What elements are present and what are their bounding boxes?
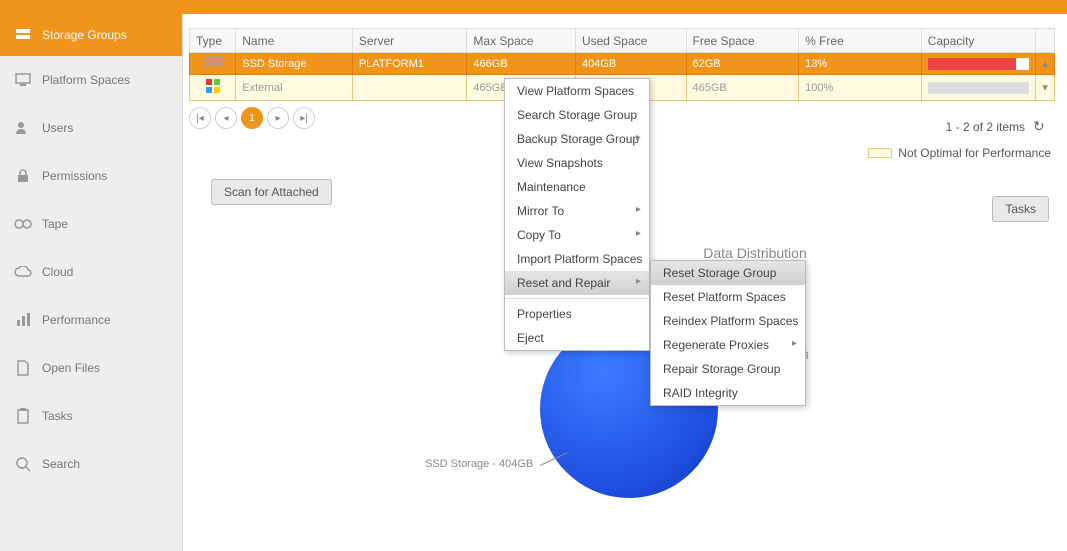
server-cell: PLATFORM1 <box>352 53 467 75</box>
sidebar-item-permissions[interactable]: Permissions <box>0 152 182 200</box>
pager-last[interactable]: ▸| <box>293 107 315 129</box>
col-type[interactable]: Type <box>190 29 236 53</box>
sidebar-item-search[interactable]: Search <box>0 440 182 488</box>
users-icon <box>12 120 34 136</box>
type-cell <box>190 53 236 75</box>
scan-button[interactable]: Scan for Attached <box>211 179 332 205</box>
used-cell: 404GB <box>575 53 686 75</box>
pct-cell: 100% <box>799 75 922 101</box>
sidebar-label: Users <box>42 121 73 135</box>
submenu-item[interactable]: Regenerate Proxies <box>651 333 805 357</box>
menu-item[interactable]: Import Platform Spaces <box>505 247 649 271</box>
sidebar: Storage Groups Platform Spaces Users Per… <box>0 14 183 551</box>
submenu-item[interactable]: Reset Platform Spaces <box>651 285 805 309</box>
pager-first[interactable]: |◂ <box>189 107 211 129</box>
sidebar-item-users[interactable]: Users <box>0 104 182 152</box>
capacity-cell <box>921 75 1036 101</box>
col-cap[interactable]: Capacity <box>921 29 1036 53</box>
col-max[interactable]: Max Space <box>467 29 576 53</box>
pager-prev[interactable]: ◂ <box>215 107 237 129</box>
sidebar-label: Platform Spaces <box>42 73 130 87</box>
sidebar-label: Open Files <box>42 361 100 375</box>
submenu-item[interactable]: Reset Storage Group <box>651 261 805 285</box>
menu-item[interactable]: View Platform Spaces <box>505 79 649 103</box>
pager-page[interactable]: 1 <box>241 107 263 129</box>
col-used[interactable]: Used Space <box>575 29 686 53</box>
scroll-up[interactable]: ▴ <box>1036 53 1055 75</box>
file-icon <box>12 360 34 376</box>
menu-item[interactable]: Maintenance <box>505 175 649 199</box>
free-cell: 62GB <box>686 53 799 75</box>
menu-item[interactable]: Eject <box>505 326 649 350</box>
name-cell: External <box>236 75 353 101</box>
monitor-icon <box>12 72 34 88</box>
col-server[interactable]: Server <box>352 29 467 53</box>
pie-label-1: SSD Storage - 404GB <box>425 458 533 470</box>
legend: Not Optimal for Performance <box>868 146 1051 160</box>
page-info: 1 - 2 of 2 items <box>946 120 1025 134</box>
sidebar-label: Search <box>42 457 80 471</box>
cloud-icon <box>12 266 34 278</box>
sidebar-label: Permissions <box>42 169 107 183</box>
sidebar-item-storage-groups[interactable]: Storage Groups <box>0 14 182 56</box>
sidebar-item-open-files[interactable]: Open Files <box>0 344 182 392</box>
menu-item[interactable]: Properties <box>505 302 649 326</box>
table-row[interactable]: SSD Storage PLATFORM1 466GB 404GB 62GB 1… <box>190 53 1055 75</box>
max-cell: 466GB <box>467 53 576 75</box>
clipboard-icon <box>12 408 34 424</box>
capacity-cell <box>921 53 1036 75</box>
pager-next[interactable]: ▸ <box>267 107 289 129</box>
lock-icon <box>12 168 34 184</box>
menu-item[interactable]: Reset and Repair <box>505 271 649 295</box>
menu-item[interactable]: View Snapshots <box>505 151 649 175</box>
menu-item[interactable]: Backup Storage Group <box>505 127 649 151</box>
tasks-button[interactable]: Tasks <box>992 196 1049 222</box>
submenu-item[interactable]: RAID Integrity <box>651 381 805 405</box>
pct-cell: 13% <box>799 53 922 75</box>
sidebar-label: Cloud <box>42 265 73 279</box>
top-bar <box>0 0 1067 14</box>
search-icon <box>12 456 34 472</box>
context-submenu: Reset Storage GroupReset Platform Spaces… <box>650 260 806 406</box>
context-menu: View Platform SpacesSearch Storage Group… <box>504 78 650 351</box>
menu-item[interactable]: Search Storage Group <box>505 103 649 127</box>
sidebar-label: Tasks <box>42 409 73 423</box>
col-pct[interactable]: % Free <box>799 29 922 53</box>
free-cell: 465GB <box>686 75 799 101</box>
col-free[interactable]: Free Space <box>686 29 799 53</box>
type-cell <box>190 75 236 101</box>
sidebar-label: Storage Groups <box>42 28 127 42</box>
submenu-item[interactable]: Reindex Platform Spaces <box>651 309 805 333</box>
menu-item[interactable]: Copy To <box>505 223 649 247</box>
storage-icon <box>12 27 34 43</box>
scroll-col <box>1036 29 1055 53</box>
menu-item[interactable]: Mirror To <box>505 199 649 223</box>
refresh-icon[interactable]: ↻ <box>1033 118 1051 136</box>
tape-icon <box>12 218 34 230</box>
name-cell: SSD Storage <box>236 53 353 75</box>
sidebar-item-performance[interactable]: Performance <box>0 296 182 344</box>
sidebar-item-tape[interactable]: Tape <box>0 200 182 248</box>
col-name[interactable]: Name <box>236 29 353 53</box>
sidebar-item-tasks[interactable]: Tasks <box>0 392 182 440</box>
sidebar-item-cloud[interactable]: Cloud <box>0 248 182 296</box>
submenu-item[interactable]: Repair Storage Group <box>651 357 805 381</box>
sidebar-label: Tape <box>42 217 68 231</box>
server-cell <box>352 75 467 101</box>
sidebar-label: Performance <box>42 313 111 327</box>
bars-icon <box>12 312 34 328</box>
legend-text: Not Optimal for Performance <box>898 146 1051 160</box>
scroll-down[interactable]: ▾ <box>1036 75 1055 101</box>
legend-swatch <box>868 148 892 158</box>
sidebar-item-platform-spaces[interactable]: Platform Spaces <box>0 56 182 104</box>
